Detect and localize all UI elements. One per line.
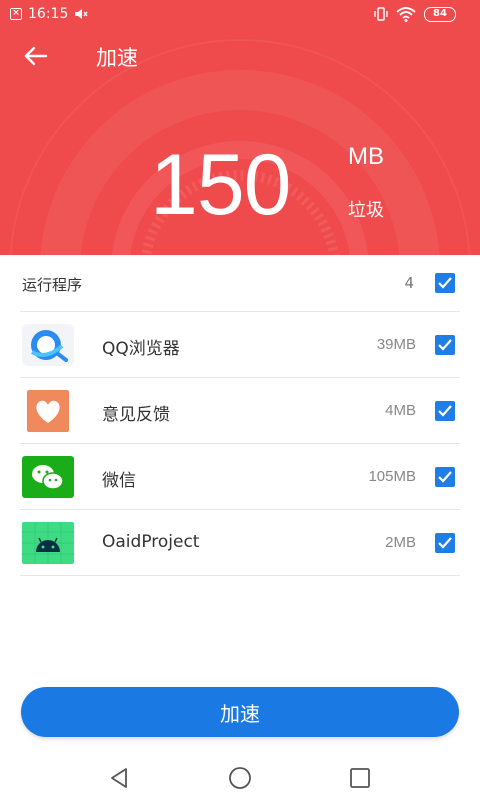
accelerate-button[interactable]: 加速 [21,687,459,737]
app-checkbox[interactable] [435,467,455,487]
app-name: 微信 [102,471,136,491]
list-item[interactable]: 意见反馈 4MB [20,378,460,444]
checkmark-icon [438,471,452,483]
vibrate-icon [374,7,388,21]
running-apps-summary: 运行程序 4 [20,255,460,312]
feedback-heart-icon [27,390,69,432]
list-item[interactable]: 微信 105MB [20,444,460,510]
mute-speaker-icon [75,9,88,19]
page-title: 加速 [96,46,138,70]
recents-nav-icon[interactable] [347,765,373,791]
title-bar: 加速 [0,36,480,76]
app-checkbox[interactable] [435,401,455,421]
app-size: 4MB [385,402,416,419]
app-name: OaidProject [102,532,200,552]
app-name: 意见反馈 [102,405,170,425]
running-apps-count: 4 [404,274,414,292]
running-apps-label: 运行程序 [22,276,83,294]
checkmark-icon [438,339,452,351]
back-arrow-icon[interactable] [22,42,50,70]
app-checkbox[interactable] [435,533,455,553]
status-time: 16:15 [28,6,69,22]
list-item[interactable]: QQ浏览器 39MB [20,312,460,378]
wechat-icon [22,456,74,498]
system-nav-bar [0,755,480,800]
app-checkbox[interactable] [435,335,455,355]
status-bar: × 16:15 84 [0,0,480,30]
junk-unit: MB [348,143,384,170]
header: × 16:15 84 加速 150 MB 垃圾 [0,0,480,255]
select-all-checkbox[interactable] [435,273,455,293]
battery-indicator: 84 [424,6,456,22]
back-nav-icon[interactable] [106,765,132,791]
app-name: QQ浏览器 [102,339,180,359]
app-size: 2MB [385,534,416,551]
checkmark-icon [438,277,452,289]
list-item[interactable]: OaidProject 2MB [20,510,460,576]
home-nav-icon[interactable] [227,765,253,791]
notification-x-icon: × [10,8,22,20]
junk-label: 垃圾 [348,200,384,221]
app-list: 运行程序 4 QQ浏览器 39MB 意见反馈 4MB 微信 105MB Oaid… [0,255,480,576]
app-size: 105MB [368,468,416,485]
checkmark-icon [438,405,452,417]
wifi-icon [396,7,416,22]
android-icon [22,522,74,564]
checkmark-icon [438,537,452,549]
qq-browser-icon [22,324,74,366]
screen: × 16:15 84 加速 150 MB 垃圾 运行程序 4 QQ浏览器 39M… [0,0,480,800]
junk-amount: 150 [150,137,291,233]
app-size: 39MB [376,336,416,353]
